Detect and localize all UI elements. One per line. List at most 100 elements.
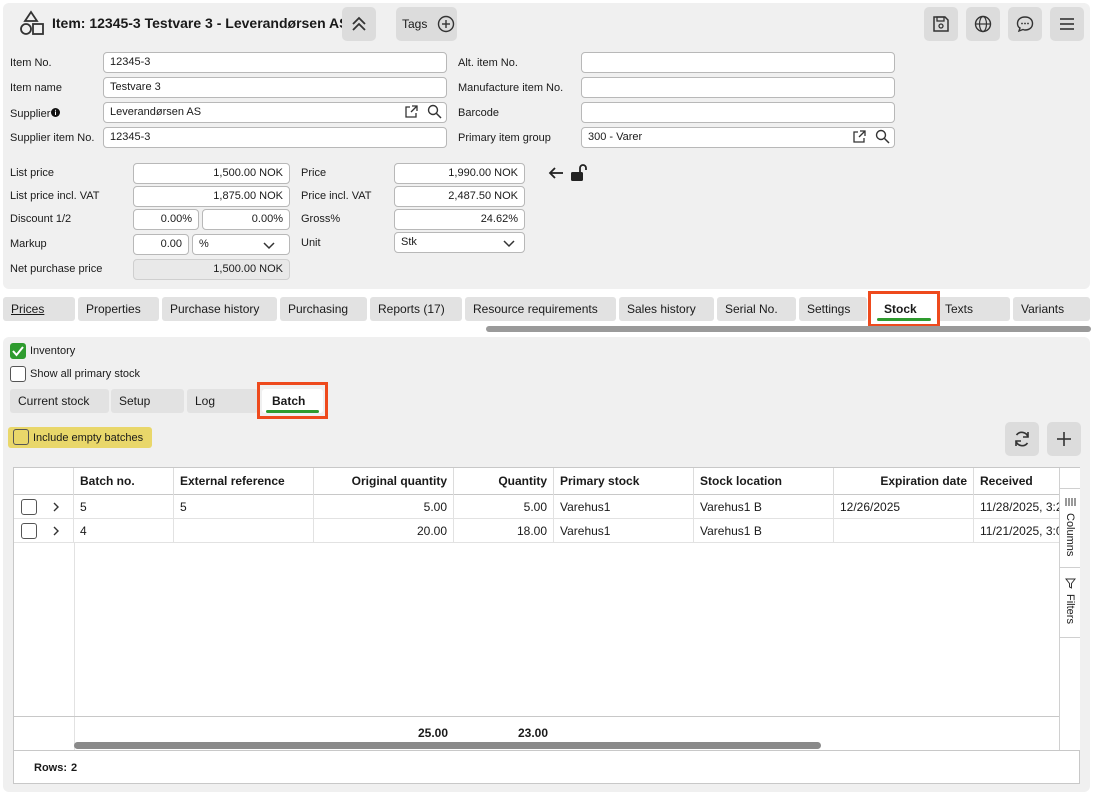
- tags-button[interactable]: Tags: [396, 7, 457, 41]
- list-price-field[interactable]: 1,500.00 NOK: [133, 163, 290, 184]
- tab-reports[interactable]: Reports (17): [370, 297, 462, 321]
- tab-settings-label: Settings: [807, 302, 851, 316]
- markup-field[interactable]: 0.00: [133, 234, 189, 255]
- alt-item-no-field[interactable]: [581, 52, 895, 73]
- grid-horizontal-scrollbar[interactable]: [74, 742, 821, 749]
- list-price-label: List price: [10, 167, 55, 179]
- unit-select[interactable]: Stk: [394, 232, 525, 253]
- subtab-setup[interactable]: Setup: [111, 389, 184, 413]
- item-name-field[interactable]: Testvare 3: [103, 77, 447, 98]
- table-row[interactable]: 5 5 5.00 5.00 Varehus1 Varehus1 B 12/26/…: [14, 495, 1059, 519]
- collapse-button[interactable]: [342, 7, 376, 41]
- cell-external-reference: [174, 519, 314, 543]
- tabs-scrollbar[interactable]: [486, 326, 1091, 332]
- cell-quantity: 5.00: [454, 495, 554, 519]
- cell-original-quantity: 20.00: [314, 519, 454, 543]
- show-all-primary-stock-checkbox[interactable]: [10, 366, 26, 382]
- col-external-reference[interactable]: External reference: [174, 468, 314, 495]
- col-expiration-date[interactable]: Expiration date: [834, 468, 974, 495]
- supplier-label: Supplier: [10, 108, 61, 120]
- tab-prices[interactable]: Prices: [3, 297, 75, 321]
- chevron-down-icon: [263, 242, 275, 250]
- price-vat-field[interactable]: 2,487.50 NOK: [394, 186, 525, 207]
- plus-circle-icon: [438, 15, 455, 33]
- grid-header-select: [14, 468, 74, 495]
- tab-variants[interactable]: Variants: [1013, 297, 1090, 321]
- price-field[interactable]: 1,990.00 NOK: [394, 163, 525, 184]
- open-link-icon[interactable]: [852, 129, 867, 144]
- supplier-field[interactable]: Leverandørsen AS: [103, 102, 447, 123]
- cell-original-quantity: 5.00: [314, 495, 454, 519]
- tab-sales-history[interactable]: Sales history: [619, 297, 714, 321]
- barcode-field[interactable]: [581, 102, 895, 123]
- inventory-checkbox[interactable]: [10, 343, 26, 359]
- subtab-current-stock[interactable]: Current stock: [10, 389, 109, 413]
- refresh-button[interactable]: [1005, 422, 1039, 456]
- tab-settings[interactable]: Settings: [799, 297, 867, 321]
- markup-unit-select[interactable]: %: [192, 234, 290, 255]
- hamburger-icon: [1060, 18, 1074, 30]
- row-select-cell: [14, 495, 74, 519]
- cell-external-reference: 5: [174, 495, 314, 519]
- col-primary-stock[interactable]: Primary stock: [554, 468, 694, 495]
- tab-purchase-history-label: Purchase history: [170, 302, 260, 316]
- item-no-label: Item No.: [10, 57, 52, 69]
- list-price-vat-field[interactable]: 1,875.00 NOK: [133, 186, 290, 207]
- include-empty-batches-checkbox[interactable]: [13, 429, 29, 445]
- tab-purchasing[interactable]: Purchasing: [280, 297, 367, 321]
- primary-item-group-value: 300 - Varer: [588, 131, 643, 143]
- gross-field[interactable]: 24.62%: [394, 209, 525, 230]
- menu-button[interactable]: [1050, 7, 1084, 41]
- chat-icon: [1016, 16, 1034, 33]
- primary-item-group-field[interactable]: 300 - Varer: [581, 127, 895, 148]
- supplier-item-no-label: Supplier item No.: [10, 132, 95, 144]
- tab-properties[interactable]: Properties: [78, 297, 159, 321]
- tab-prices-label: Prices: [11, 302, 45, 316]
- unit-value: Stk: [401, 236, 417, 248]
- cell-primary-stock: Varehus1: [554, 495, 694, 519]
- save-button[interactable]: [924, 7, 958, 41]
- discount1-field[interactable]: 0.00%: [133, 209, 199, 230]
- search-icon[interactable]: [427, 104, 442, 119]
- table-row[interactable]: 4 20.00 18.00 Varehus1 Varehus1 B 11/21/…: [14, 519, 1059, 543]
- chevron-down-icon: [503, 240, 515, 248]
- item-no-field[interactable]: 12345-3: [103, 52, 447, 73]
- tab-texts[interactable]: Texts: [937, 297, 1010, 321]
- unlock-icon[interactable]: [569, 163, 589, 186]
- check-icon: [12, 346, 24, 357]
- tab-serial-no[interactable]: Serial No.: [717, 297, 796, 321]
- net-purchase-field: 1,500.00 NOK: [133, 259, 290, 280]
- cell-stock-location: Varehus1 B: [694, 519, 834, 543]
- arrow-left-icon[interactable]: [548, 166, 564, 183]
- supplier-item-no-field[interactable]: 12345-3: [103, 127, 447, 148]
- markup-label: Markup: [10, 238, 47, 250]
- col-quantity[interactable]: Quantity: [454, 468, 554, 495]
- columns-panel-button[interactable]: Columns: [1059, 488, 1080, 568]
- item-name-label: Item name: [10, 82, 62, 94]
- col-original-quantity[interactable]: Original quantity: [314, 468, 454, 495]
- rows-label: Rows:: [34, 762, 67, 774]
- search-icon[interactable]: [875, 129, 890, 144]
- net-purchase-label: Net purchase price: [10, 263, 103, 275]
- add-batch-button[interactable]: [1047, 422, 1081, 456]
- tab-purchase-history[interactable]: Purchase history: [162, 297, 277, 321]
- stock-tab-highlight: [868, 291, 940, 327]
- col-received[interactable]: Received: [974, 468, 1059, 495]
- language-button[interactable]: [966, 7, 1000, 41]
- col-stock-location[interactable]: Stock location: [694, 468, 834, 495]
- primary-item-group-label: Primary item group: [458, 132, 551, 144]
- tab-resource-requirements[interactable]: Resource requirements: [465, 297, 616, 321]
- col-batch-no[interactable]: Batch no.: [74, 468, 174, 495]
- comments-button[interactable]: [1008, 7, 1042, 41]
- subtab-setup-label: Setup: [119, 394, 151, 408]
- inventory-label: Inventory: [30, 345, 76, 357]
- barcode-label: Barcode: [458, 107, 499, 119]
- manufacture-item-no-label: Manufacture item No.: [458, 82, 564, 94]
- open-link-icon[interactable]: [404, 104, 419, 119]
- page-title: Item: 12345-3 Testvare 3 - Leverandørsen…: [52, 15, 349, 31]
- tab-resource-requirements-label: Resource requirements: [473, 302, 598, 316]
- subtab-log[interactable]: Log: [187, 389, 258, 413]
- discount2-field[interactable]: 0.00%: [202, 209, 290, 230]
- filters-panel-button[interactable]: Filters: [1059, 568, 1080, 638]
- manufacture-item-no-field[interactable]: [581, 77, 895, 98]
